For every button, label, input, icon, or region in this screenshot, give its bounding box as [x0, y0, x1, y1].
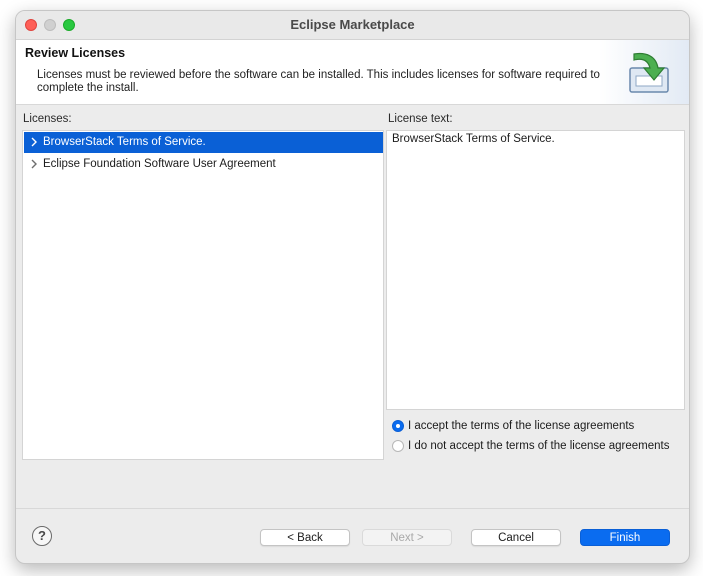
license-text-content: BrowserStack Terms of Service. [392, 133, 555, 145]
radio-selected-icon[interactable] [392, 420, 404, 432]
back-button[interactable]: < Back [260, 529, 350, 546]
accept-terms-label[interactable]: I accept the terms of the license agreem… [408, 420, 634, 432]
dialog-window: Eclipse Marketplace Review Licenses Lice… [15, 10, 690, 564]
license-text-area[interactable]: BrowserStack Terms of Service. [386, 130, 685, 410]
license-item-browserstack[interactable]: BrowserStack Terms of Service. [24, 132, 383, 153]
chevron-right-icon[interactable] [28, 136, 40, 148]
licenses-label: Licenses: [23, 113, 72, 125]
title-bar: Eclipse Marketplace [16, 11, 689, 40]
cancel-button[interactable]: Cancel [471, 529, 561, 546]
licenses-tree[interactable]: BrowserStack Terms of Service. Eclipse F… [22, 130, 384, 460]
install-download-icon [629, 52, 669, 93]
license-item-eclipse-foundation[interactable]: Eclipse Foundation Software User Agreeme… [24, 154, 383, 175]
decline-terms-label[interactable]: I do not accept the terms of the license… [408, 440, 669, 452]
window-title: Eclipse Marketplace [290, 17, 415, 32]
radio-unselected-icon[interactable] [392, 440, 404, 452]
button-bar: ? < Back Next > Cancel Finish [16, 508, 689, 563]
page-title: Review Licenses [25, 46, 126, 60]
help-button[interactable]: ? [32, 526, 52, 546]
finish-button[interactable]: Finish [580, 529, 670, 546]
chevron-right-icon[interactable] [28, 158, 40, 170]
page-description: Licenses must be reviewed before the sof… [37, 69, 600, 94]
license-item-label: BrowserStack Terms of Service. [43, 136, 206, 148]
next-button: Next > [362, 529, 452, 546]
license-item-label: Eclipse Foundation Software User Agreeme… [43, 158, 276, 170]
license-text-label: License text: [388, 113, 453, 125]
wizard-banner: Review Licenses Licenses must be reviewe… [16, 40, 689, 105]
